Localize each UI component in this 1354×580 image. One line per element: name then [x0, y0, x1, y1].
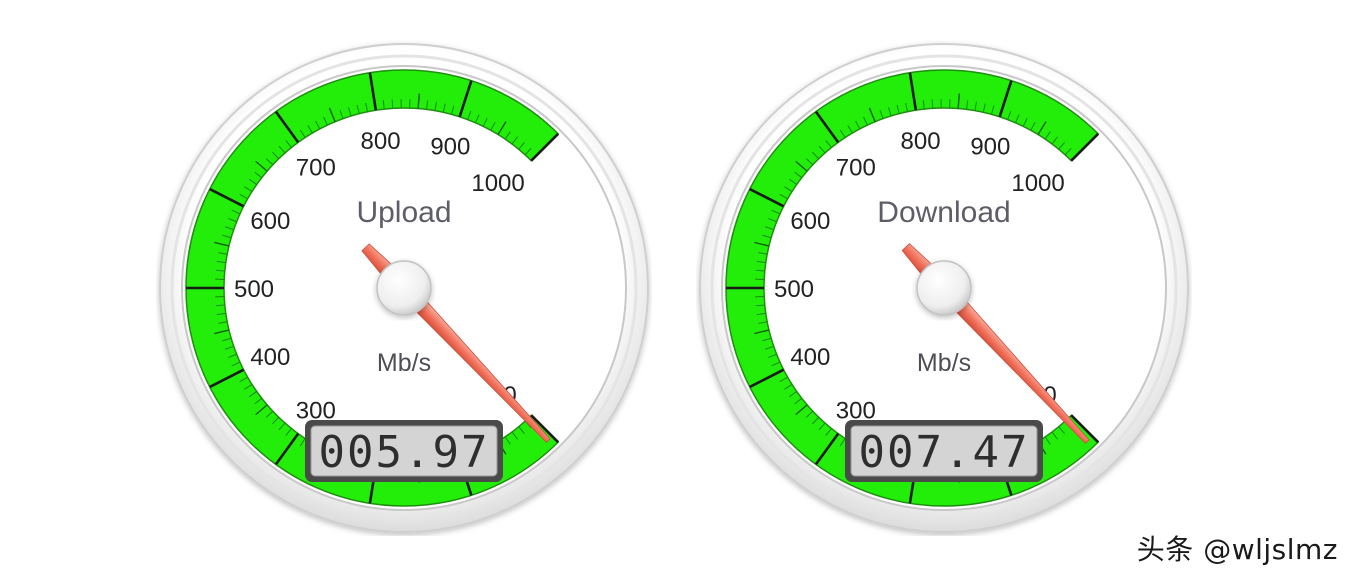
tick-label: 400: [250, 344, 290, 371]
tick-label: 1000: [471, 170, 524, 197]
lcd-value: 005.97: [319, 427, 490, 478]
scale-tick: [931, 99, 934, 109]
tick-label: 700: [836, 155, 876, 182]
lcd-readout: 007.47: [845, 420, 1043, 482]
tick-label: 800: [361, 128, 401, 155]
tick-label: 500: [234, 276, 274, 303]
gauge-unit: Mb/s: [917, 349, 971, 377]
needle-hub: [376, 260, 432, 316]
lcd-value: 007.47: [859, 427, 1030, 478]
download-gauge: 01002003004005006007008009001000Download…: [696, 40, 1192, 536]
tick-label: 800: [901, 128, 941, 155]
needle-hub: [916, 260, 972, 316]
tick-label: 1000: [1011, 170, 1064, 197]
tick-label: 600: [790, 208, 830, 235]
tick-label: 900: [970, 133, 1010, 160]
gauge-title: Download: [877, 196, 1010, 229]
tick-label: 600: [250, 208, 290, 235]
tick-label: 400: [790, 344, 830, 371]
gauge-svg: 01002003004005006007008009001000Download…: [699, 43, 1189, 533]
tick-label: 500: [774, 276, 814, 303]
gauge-svg: 01002003004005006007008009001000UploadMb…: [159, 43, 649, 533]
upload-gauge: 01002003004005006007008009001000UploadMb…: [156, 40, 652, 536]
watermark-text: 头条 @wljslmz: [1136, 533, 1338, 566]
tick-label: 900: [430, 133, 470, 160]
lcd-readout: 005.97: [305, 420, 503, 482]
gauge-unit: Mb/s: [377, 349, 431, 377]
tick-label: 700: [296, 155, 336, 182]
scale-tick: [391, 99, 394, 109]
gauge-title: Upload: [356, 196, 451, 229]
